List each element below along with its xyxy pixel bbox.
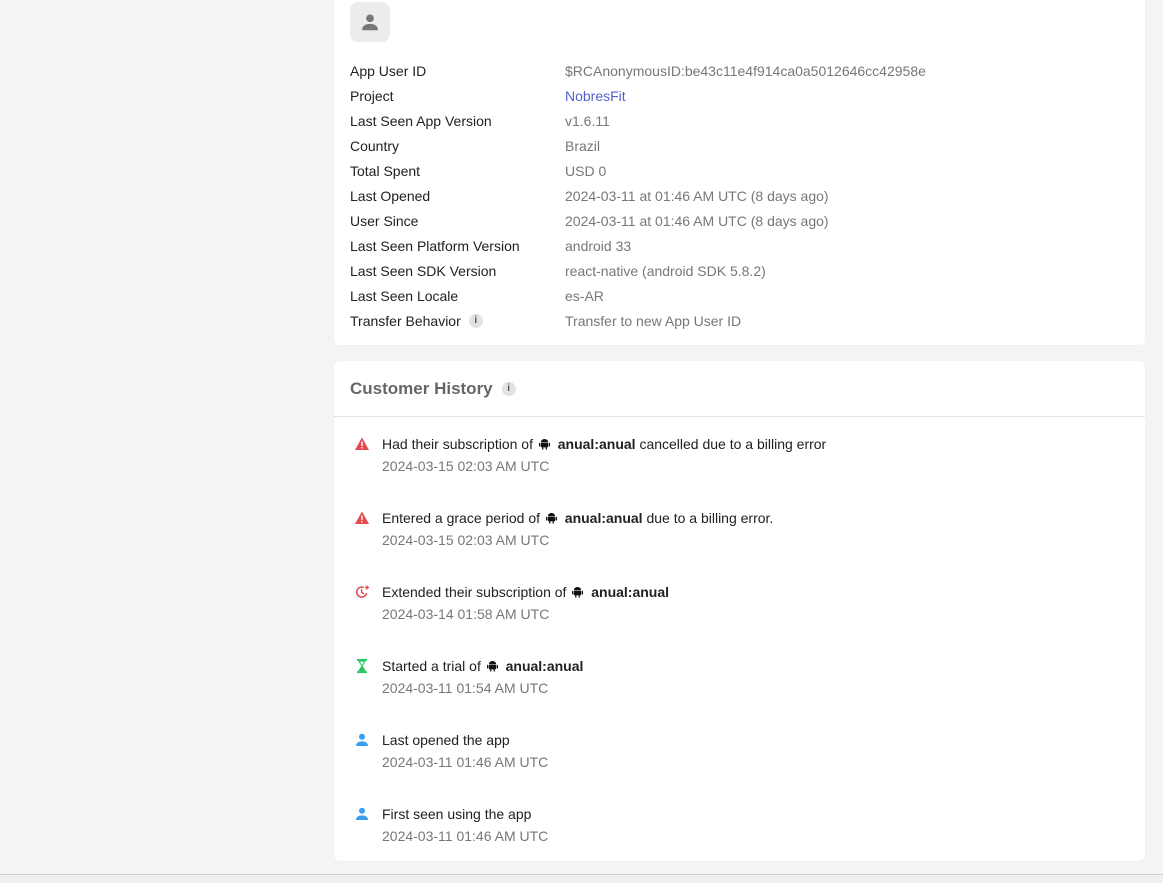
info-label: Last Seen SDK Version xyxy=(350,262,497,279)
event-timestamp: 2024-03-11 01:54 AM UTC xyxy=(382,680,549,696)
info-row-sdk-version: Last Seen SDK Version react-native (andr… xyxy=(350,258,1130,283)
customer-info-list: App User ID $RCAnonymousID:be43c11e4f914… xyxy=(350,58,1130,333)
history-event: Entered a grace period of anual:anual du… xyxy=(350,506,1130,580)
info-label: App User ID xyxy=(350,62,427,79)
customer-history-header: Customer History i xyxy=(334,361,1145,417)
info-value: 2024-03-11 at 01:46 AM UTC (8 days ago) xyxy=(565,187,829,204)
info-label: Total Spent xyxy=(350,162,421,179)
android-icon xyxy=(572,586,584,598)
info-value: es-AR xyxy=(565,287,604,304)
info-row-app-user-id: App User ID $RCAnonymousID:be43c11e4f914… xyxy=(350,58,1130,83)
android-icon xyxy=(545,512,557,524)
customer-info-card: App User ID $RCAnonymousID:be43c11e4f914… xyxy=(334,0,1145,345)
info-label: Last Seen Locale xyxy=(350,287,459,304)
customer-history-card: Customer History i Had their subscriptio… xyxy=(334,361,1145,861)
info-label: Transfer Behavior xyxy=(350,312,461,329)
info-value: Brazil xyxy=(565,137,601,154)
info-row-platform-version: Last Seen Platform Version android 33 xyxy=(350,233,1130,258)
info-row-total-spent: Total Spent USD 0 xyxy=(350,158,1130,183)
product-name[interactable]: anual:anual xyxy=(591,584,669,600)
event-text: cancelled due to a billing error xyxy=(639,436,827,452)
history-event-list: Had their subscription of anual:anual ca… xyxy=(350,432,1130,876)
info-label: Last Seen App Version xyxy=(350,112,492,129)
event-description: Extended their subscription of anual:anu… xyxy=(382,584,669,600)
info-row-locale: Last Seen Locale es-AR xyxy=(350,283,1130,308)
event-text: Had their subscription of xyxy=(382,436,533,452)
warning-icon xyxy=(355,437,369,450)
event-text: First seen using the app xyxy=(382,806,532,822)
event-timestamp: 2024-03-11 01:46 AM UTC xyxy=(382,754,549,770)
info-row-project: Project NobresFit xyxy=(350,83,1130,108)
history-event: Started a trial of anual:anual 2024-03-1… xyxy=(350,654,1130,728)
history-event: First seen using the app 2024-03-11 01:4… xyxy=(350,802,1130,876)
info-value: react-native (android SDK 5.8.2) xyxy=(565,262,766,279)
app-user-id-value: $RCAnonymousID:be43c11e4f914ca0a5012646c… xyxy=(565,62,926,79)
info-row-country: Country Brazil xyxy=(350,133,1130,158)
info-label: Project xyxy=(350,87,394,104)
event-text: Entered a grace period of xyxy=(382,510,540,526)
info-row-user-since: User Since 2024-03-11 at 01:46 AM UTC (8… xyxy=(350,208,1130,233)
android-icon xyxy=(538,438,550,450)
info-label: User Since xyxy=(350,212,419,229)
extend-clock-icon xyxy=(356,585,369,598)
info-tooltip-icon[interactable]: i xyxy=(501,381,516,396)
event-timestamp: 2024-03-15 02:03 AM UTC xyxy=(382,458,550,474)
warning-icon xyxy=(355,511,369,524)
event-description: Started a trial of anual:anual xyxy=(382,658,583,674)
event-description: Entered a grace period of anual:anual du… xyxy=(382,510,773,526)
event-description: Had their subscription of anual:anual ca… xyxy=(382,436,826,452)
avatar xyxy=(350,2,390,42)
info-label: Last Seen Platform Version xyxy=(350,237,520,254)
info-value: android 33 xyxy=(565,237,632,254)
event-timestamp: 2024-03-11 01:46 AM UTC xyxy=(382,828,549,844)
event-description: Last opened the app xyxy=(382,732,510,748)
info-label: Last Opened xyxy=(350,187,431,204)
history-event: Had their subscription of anual:anual ca… xyxy=(350,432,1130,506)
info-value: USD 0 xyxy=(565,162,607,179)
event-timestamp: 2024-03-14 01:58 AM UTC xyxy=(382,606,550,622)
person-icon xyxy=(362,14,378,31)
history-event: Extended their subscription of anual:anu… xyxy=(350,580,1130,654)
history-event: Last opened the app 2024-03-11 01:46 AM … xyxy=(350,728,1130,802)
event-text: due to a billing error. xyxy=(646,510,774,526)
event-timestamp: 2024-03-15 02:03 AM UTC xyxy=(382,532,550,548)
product-name[interactable]: anual:anual xyxy=(565,510,643,526)
event-text: Started a trial of xyxy=(382,658,481,674)
info-row-transfer-behavior: Transfer Behavior i Transfer to new App … xyxy=(350,308,1130,333)
section-title: Customer History xyxy=(350,378,493,398)
event-text: Last opened the app xyxy=(382,732,510,748)
info-label: Country xyxy=(350,137,400,154)
info-row-last-opened: Last Opened 2024-03-11 at 01:46 AM UTC (… xyxy=(350,183,1130,208)
product-name[interactable]: anual:anual xyxy=(558,436,636,452)
info-value: v1.6.11 xyxy=(565,112,610,129)
project-link[interactable]: NobresFit xyxy=(565,88,626,104)
info-label-with-tooltip: Transfer Behavior i xyxy=(350,313,565,329)
event-description: First seen using the app xyxy=(382,806,531,822)
info-tooltip-icon[interactable]: i xyxy=(468,313,483,328)
info-row-app-version: Last Seen App Version v1.6.11 xyxy=(350,108,1130,133)
android-icon xyxy=(486,660,498,672)
user-icon xyxy=(356,807,368,820)
event-text: Extended their subscription of xyxy=(382,584,567,600)
hourglass-icon xyxy=(357,659,367,673)
info-value: 2024-03-11 at 01:46 AM UTC (8 days ago) xyxy=(565,212,829,229)
user-icon xyxy=(356,733,368,746)
product-name[interactable]: anual:anual xyxy=(506,658,584,674)
info-value: Transfer to new App User ID xyxy=(565,312,742,329)
